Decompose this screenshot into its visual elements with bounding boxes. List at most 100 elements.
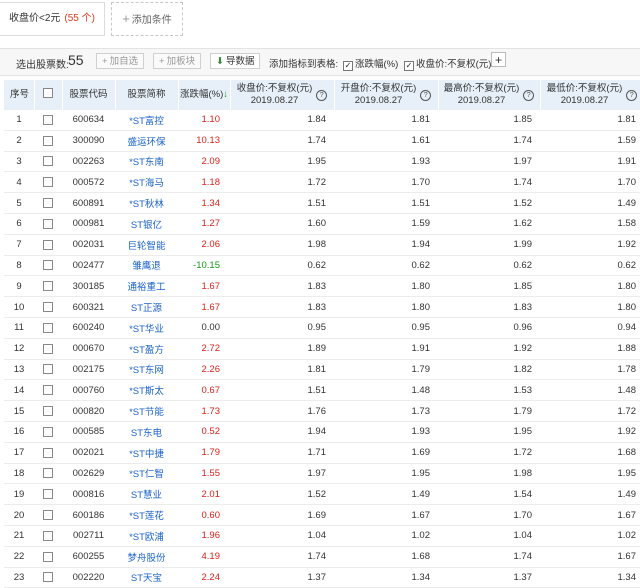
table-row[interactable]: 17 002021 *ST中捷 1.79 1.71 1.69 1.72 1.68 (4, 442, 640, 464)
row-checkbox[interactable] (34, 234, 62, 256)
export-data-button[interactable]: ⬇ 导数据 (210, 53, 261, 69)
row-code[interactable]: 002263 (62, 151, 115, 173)
checkbox-checked-icon[interactable]: ✓ (343, 61, 353, 71)
row-name[interactable]: ST慧业 (115, 483, 178, 506)
row-code[interactable]: 600240 (62, 317, 115, 339)
row-checkbox[interactable] (34, 525, 62, 547)
table-row[interactable]: 7 002031 巨轮智能 2.06 1.98 1.94 1.99 1.92 (4, 234, 640, 256)
table-row[interactable]: 15 000820 *ST节能 1.73 1.76 1.73 1.79 1.72 (4, 400, 640, 422)
row-checkbox[interactable] (34, 359, 62, 381)
help-icon[interactable]: ? (316, 89, 328, 101)
row-name[interactable]: *ST华业 (115, 317, 178, 339)
row-code[interactable]: 600255 (62, 546, 115, 568)
row-name[interactable]: 通裕重工 (115, 275, 178, 298)
table-row[interactable]: 22 600255 梦舟股份 4.19 1.74 1.68 1.74 1.67 (4, 546, 640, 568)
table-row[interactable]: 10 600321 ST正源 1.67 1.83 1.80 1.83 1.80 (4, 296, 640, 318)
row-checkbox[interactable] (34, 317, 62, 339)
row-select-checkbox[interactable] (43, 302, 53, 313)
table-row[interactable]: 19 000816 ST慧业 2.01 1.52 1.49 1.54 1.49 (4, 483, 640, 506)
row-select-checkbox[interactable] (43, 198, 53, 209)
header-code[interactable]: 股票代码 (62, 80, 116, 110)
header-high[interactable]: 最高价:不复权(元) 2019.08.27? (438, 80, 541, 110)
row-select-checkbox[interactable] (43, 426, 53, 437)
row-checkbox[interactable] (34, 192, 62, 214)
row-checkbox[interactable] (34, 275, 62, 298)
row-checkbox[interactable] (34, 171, 62, 194)
row-checkbox[interactable] (34, 421, 62, 443)
row-select-checkbox[interactable] (43, 489, 53, 500)
header-select-all[interactable] (34, 80, 63, 110)
row-name[interactable]: *ST富控 (115, 110, 178, 131)
row-name[interactable]: ST银亿 (115, 213, 178, 235)
table-row[interactable]: 6 000981 ST银亿 1.27 1.60 1.59 1.62 1.58 (4, 213, 640, 235)
indicator-checkbox-close[interactable]: ✓ 收盘价:不复权(元) (404, 56, 491, 71)
filter-condition[interactable]: 收盘价<2元 (55 个) (0, 2, 105, 36)
row-name[interactable]: *ST东南 (115, 151, 178, 173)
help-icon[interactable]: ? (626, 89, 638, 101)
header-close[interactable]: 收盘价:不复权(元) 2019.08.27? (230, 80, 335, 110)
row-code[interactable]: 600321 (62, 296, 115, 318)
table-row[interactable]: 13 002175 *ST东网 2.26 1.81 1.79 1.82 1.78 (4, 359, 640, 381)
table-row[interactable]: 23 002220 ST天宝 2.24 1.37 1.34 1.37 1.34 (4, 567, 640, 588)
row-name[interactable]: 梦舟股份 (115, 546, 178, 568)
table-row[interactable]: 8 002477 雏鹰退 -10.15 0.62 0.62 0.62 0.62 (4, 255, 640, 277)
header-low[interactable]: 最低价:不复权(元) 2019.08.27? (540, 80, 640, 110)
row-code[interactable]: 600891 (62, 192, 115, 214)
row-code[interactable]: 000981 (62, 213, 115, 235)
row-select-checkbox[interactable] (43, 156, 53, 167)
row-name[interactable]: *ST中捷 (115, 442, 178, 464)
row-code[interactable]: 000585 (62, 421, 115, 443)
table-row[interactable]: 5 600891 *ST秋林 1.34 1.51 1.51 1.52 1.49 (4, 192, 640, 214)
row-select-checkbox[interactable] (43, 447, 53, 458)
row-select-checkbox[interactable] (43, 468, 53, 479)
row-name[interactable]: *ST莲花 (115, 504, 178, 526)
row-name[interactable]: ST天宝 (115, 567, 178, 588)
table-row[interactable]: 11 600240 *ST华业 0.00 0.95 0.95 0.96 0.94 (4, 317, 640, 339)
row-checkbox[interactable] (34, 296, 62, 318)
row-checkbox[interactable] (34, 151, 62, 173)
table-row[interactable]: 18 002629 *ST仁智 1.55 1.97 1.95 1.98 1.95 (4, 463, 640, 485)
row-checkbox[interactable] (34, 463, 62, 485)
row-select-checkbox[interactable] (43, 406, 53, 417)
row-code[interactable]: 002711 (62, 525, 115, 547)
row-code[interactable]: 600186 (62, 504, 115, 526)
table-row[interactable]: 4 000572 *ST海马 1.18 1.72 1.70 1.74 1.70 (4, 171, 640, 194)
row-name[interactable]: *ST东网 (115, 359, 178, 381)
row-name[interactable]: 雏鹰退 (115, 255, 178, 277)
row-checkbox[interactable] (34, 400, 62, 422)
row-checkbox[interactable] (34, 546, 62, 568)
row-name[interactable]: 巨轮智能 (115, 234, 178, 256)
row-select-checkbox[interactable] (43, 218, 53, 229)
add-condition-button[interactable]: + 添加条件 (111, 2, 183, 36)
row-checkbox[interactable] (34, 255, 62, 277)
row-select-checkbox[interactable] (43, 551, 53, 562)
table-row[interactable]: 16 000585 ST东电 0.52 1.94 1.93 1.95 1.92 (4, 421, 640, 443)
help-icon[interactable]: ? (523, 89, 535, 101)
add-to-block-button[interactable]: + 加板块 (153, 53, 202, 69)
table-row[interactable]: 9 300185 通裕重工 1.67 1.83 1.80 1.85 1.80 (4, 275, 640, 298)
row-code[interactable]: 002477 (62, 255, 115, 277)
row-code[interactable]: 002031 (62, 234, 115, 256)
table-row[interactable]: 12 000670 *ST盈方 2.72 1.89 1.91 1.92 1.88 (4, 338, 640, 360)
row-checkbox[interactable] (34, 213, 62, 235)
row-code[interactable]: 300090 (62, 130, 115, 152)
row-select-checkbox[interactable] (43, 530, 53, 541)
row-select-checkbox[interactable] (43, 510, 53, 521)
table-row[interactable]: 14 000760 *ST斯太 0.67 1.51 1.48 1.53 1.48 (4, 379, 640, 402)
row-code[interactable]: 600634 (62, 110, 115, 131)
row-code[interactable]: 002629 (62, 463, 115, 485)
row-select-checkbox[interactable] (43, 364, 53, 375)
row-code[interactable]: 002220 (62, 567, 115, 588)
row-code[interactable]: 000670 (62, 338, 115, 360)
select-all-checkbox[interactable] (43, 88, 53, 98)
row-select-checkbox[interactable] (43, 239, 53, 250)
table-row[interactable]: 20 600186 *ST莲花 0.60 1.69 1.67 1.70 1.67 (4, 504, 640, 526)
table-row[interactable]: 21 002711 *ST欧浦 1.96 1.04 1.02 1.04 1.02 (4, 525, 640, 547)
row-checkbox[interactable] (34, 379, 62, 402)
row-name[interactable]: *ST斯太 (115, 379, 178, 402)
row-code[interactable]: 000820 (62, 400, 115, 422)
row-name[interactable]: *ST秋林 (115, 192, 178, 214)
row-select-checkbox[interactable] (43, 260, 53, 271)
row-select-checkbox[interactable] (43, 177, 53, 188)
add-column-button[interactable]: + (491, 52, 506, 67)
